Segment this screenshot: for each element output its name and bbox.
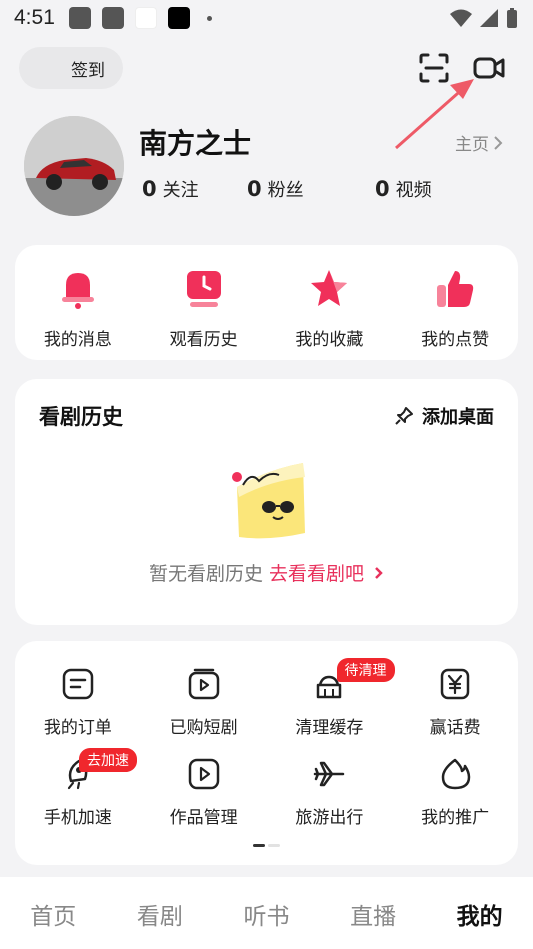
- chevron-right-icon: [494, 135, 503, 150]
- notification-icon: [134, 7, 157, 29]
- chevron-right-icon: [375, 567, 383, 579]
- service-label: 作品管理: [169, 808, 238, 828]
- stat-followers[interactable]: 0 粉丝: [247, 176, 375, 202]
- star-icon: [311, 270, 348, 306]
- section-title: 看剧历史: [39, 405, 123, 429]
- order-icon: [62, 668, 94, 700]
- service-label: 旅游出行: [295, 808, 364, 828]
- page-dot-active: [253, 844, 265, 847]
- page-dot: [268, 844, 280, 847]
- status-bar: 4:51: [0, 0, 533, 36]
- empty-state-mascot-icon: [232, 463, 305, 539]
- service-label: 清理缓存: [295, 718, 364, 738]
- my-messages-button[interactable]: 我的消息: [15, 267, 141, 350]
- travel-button[interactable]: 旅游出行: [267, 757, 393, 828]
- service-label: 赢话费: [429, 718, 481, 738]
- airplane-icon: [314, 761, 345, 787]
- stat-following[interactable]: 0 关注: [142, 176, 247, 202]
- clear-cache-button[interactable]: 待清理 清理缓存: [267, 658, 395, 738]
- profile-stats: 0 关注 0 粉丝 0 视频: [142, 176, 432, 202]
- go-watch-link[interactable]: 去看看剧吧: [269, 563, 364, 585]
- works-play-icon: [188, 758, 219, 790]
- page-indicator: [253, 844, 280, 847]
- notification-icon: [68, 7, 91, 29]
- checkin-button[interactable]: 签到: [19, 47, 123, 89]
- empty-history-message: 暂无看剧历史 去看看剧吧: [15, 559, 518, 586]
- notification-icon: [101, 7, 124, 29]
- stat-label: 视频: [395, 180, 432, 201]
- more-notifications-icon: [206, 15, 212, 21]
- service-label: 已购短剧: [169, 718, 238, 738]
- stat-value: 0: [142, 177, 157, 201]
- my-orders-button[interactable]: 我的订单: [15, 667, 141, 738]
- watch-history-button[interactable]: 观看历史: [141, 267, 267, 350]
- stat-label: 粉丝: [267, 180, 304, 201]
- boost-badge: 去加速: [79, 748, 137, 772]
- checkin-label: 签到: [71, 60, 105, 81]
- purchased-play-icon: [188, 668, 219, 700]
- bottom-tab-bar: 首页 看剧 听书 直播 我的: [0, 877, 533, 949]
- username: 南方之士: [139, 127, 252, 160]
- stat-value: 0: [375, 177, 390, 201]
- tab-audiobooks[interactable]: 听书: [213, 877, 320, 949]
- notification-icon: [167, 7, 190, 29]
- pin-icon: [395, 407, 413, 425]
- thumbs-up-icon: [437, 271, 474, 307]
- homepage-link[interactable]: 主页: [455, 130, 503, 155]
- my-likes-button[interactable]: 我的点赞: [392, 267, 518, 350]
- works-management-button[interactable]: 作品管理: [141, 757, 267, 828]
- stat-value: 0: [247, 177, 262, 201]
- tab-dramas[interactable]: 看剧: [107, 877, 214, 949]
- service-label: 我的推广: [421, 808, 490, 828]
- add-to-desktop-button[interactable]: 添加桌面: [394, 403, 494, 429]
- service-label: 手机加速: [43, 808, 112, 828]
- quick-action-label: 我的收藏: [295, 330, 364, 350]
- avatar[interactable]: [24, 116, 124, 216]
- my-promotion-button[interactable]: 我的推广: [392, 757, 518, 828]
- purchased-dramas-button[interactable]: 已购短剧: [141, 667, 267, 738]
- empty-text: 暂无看剧历史: [148, 563, 263, 585]
- status-time: 4:51: [14, 6, 55, 29]
- yuan-icon: [440, 668, 470, 700]
- clock-icon: [186, 271, 221, 307]
- car-avatar-image: [24, 116, 124, 216]
- flame-icon: [441, 758, 471, 790]
- my-favorites-button[interactable]: 我的收藏: [267, 267, 393, 350]
- quick-action-label: 我的消息: [43, 330, 112, 350]
- signal-icon: [480, 9, 498, 27]
- quick-actions-card: 我的消息 观看历史 我的收藏 我的点赞: [15, 245, 518, 360]
- stat-label: 关注: [162, 180, 199, 201]
- battery-icon: [507, 8, 517, 28]
- quick-action-label: 观看历史: [169, 330, 238, 350]
- quick-action-label: 我的点赞: [421, 330, 490, 350]
- bell-icon: [61, 273, 94, 309]
- stat-videos[interactable]: 0 视频: [375, 176, 432, 202]
- wifi-icon: [450, 9, 472, 27]
- homepage-label: 主页: [455, 135, 489, 155]
- tab-live[interactable]: 直播: [320, 877, 427, 949]
- tab-mine[interactable]: 我的: [426, 877, 533, 949]
- win-phone-credit-button[interactable]: 赢话费: [392, 667, 518, 738]
- to-clean-badge: 待清理: [336, 658, 395, 682]
- add-desktop-label: 添加桌面: [422, 407, 494, 428]
- phone-boost-button[interactable]: 去加速 手机加速: [15, 748, 141, 828]
- service-label: 我的订单: [43, 718, 112, 738]
- drama-history-card: 看剧历史 添加桌面 暂无看剧历史 去看看剧吧: [15, 379, 518, 625]
- services-card: 我的订单 已购短剧 待清理 清理缓存 赢话费 去加速 手机加速 作品管理 旅游出…: [15, 641, 518, 865]
- tab-home[interactable]: 首页: [0, 877, 107, 949]
